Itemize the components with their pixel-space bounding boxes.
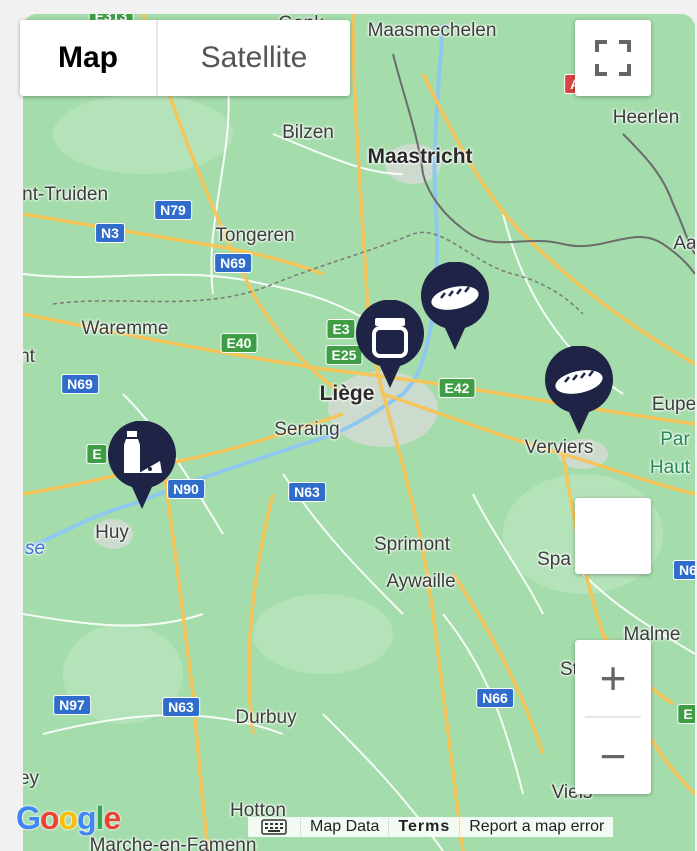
road-shield: N79 — [154, 200, 192, 220]
road-shield: N66 — [476, 688, 514, 708]
bread-icon[interactable] — [543, 346, 615, 436]
fullscreen-icon — [595, 40, 631, 76]
road-shield: N69 — [61, 374, 99, 394]
road-shield: E — [677, 704, 695, 724]
place-label: Marche-en-Famenn — [89, 835, 257, 851]
road-shield: E42 — [438, 378, 476, 398]
map-attribution: Map Data Terms Report a map error — [248, 817, 614, 837]
jam-jar-icon[interactable] — [354, 300, 426, 390]
road-shield: N63 — [162, 697, 200, 717]
place-label: Eupe — [651, 394, 695, 415]
bread-icon[interactable] — [419, 262, 491, 352]
place-label: Maasmechelen — [367, 20, 497, 41]
zoom-in-button[interactable]: + — [575, 640, 651, 716]
road-shield: N97 — [53, 695, 91, 715]
milk-cheese-icon[interactable] — [106, 421, 178, 511]
place-label: Waremme — [81, 318, 169, 339]
terms-link[interactable]: Terms — [388, 818, 459, 836]
place-label: Huy — [95, 522, 129, 543]
google-logo: Google — [16, 800, 121, 836]
road-shield: E40 — [220, 333, 258, 353]
road-shield: E — [86, 444, 108, 464]
place-label: Sprimont — [373, 534, 451, 555]
place-label: Haut — [649, 457, 691, 478]
place-label: Spa — [537, 549, 571, 570]
road-shield: N6 — [673, 560, 695, 580]
keyboard-icon — [261, 819, 287, 835]
road-shield: N69 — [214, 253, 252, 273]
place-label: Aa — [673, 233, 695, 254]
map-type-map-button[interactable]: Map — [20, 20, 156, 96]
place-label: Par — [660, 429, 690, 450]
place-label: ey — [23, 768, 40, 789]
place-label: nt — [23, 346, 35, 367]
place-label: Seraing — [274, 419, 340, 440]
place-label: se — [24, 538, 46, 559]
place-label: Durbuy — [235, 707, 297, 728]
place-label: Heerlen — [612, 107, 680, 128]
place-label: Bilzen — [282, 122, 334, 143]
place-label: Maastricht — [367, 145, 473, 168]
keyboard-shortcuts-button[interactable] — [248, 818, 300, 836]
fullscreen-button[interactable] — [575, 20, 651, 96]
place-label: Verviers — [524, 437, 594, 458]
report-error-link[interactable]: Report a map error — [459, 818, 613, 836]
zoom-control: + − — [575, 640, 651, 794]
road-shield: N63 — [288, 482, 326, 502]
zoom-out-button[interactable]: − — [575, 718, 651, 794]
road-shield: E3 — [326, 319, 356, 339]
map-type-satellite-button[interactable]: Satellite — [156, 20, 350, 96]
place-label: Tongeren — [215, 225, 295, 246]
street-view-button[interactable] — [575, 498, 651, 574]
road-shield: N3 — [95, 223, 125, 243]
place-label: Aywaille — [386, 571, 456, 592]
place-label: int-Truiden — [23, 184, 109, 205]
map-data-link[interactable]: Map Data — [300, 818, 388, 836]
map-type-control: Map Satellite — [20, 20, 350, 96]
